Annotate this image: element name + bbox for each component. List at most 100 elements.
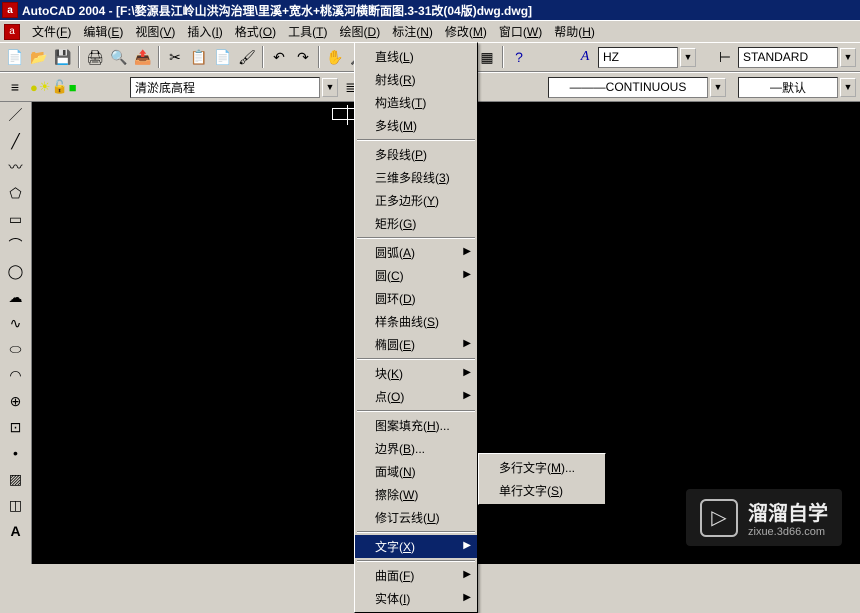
menu-item-构造线[interactable]: 构造线(T) [355,91,477,114]
menu-item-文字[interactable]: 文字(X)▶ [355,535,477,558]
new-button[interactable]: 📄 [4,46,26,68]
menu-item-圆[interactable]: 圆(C)▶ [355,264,477,287]
undo-button[interactable]: ↶ [268,46,290,68]
menu-window[interactable]: 窗口(W) [493,21,548,42]
layer-drop[interactable]: ▼ [322,78,338,97]
menu-item-曲面[interactable]: 曲面(F)▶ [355,564,477,587]
linetype-value: CONTINUOUS [606,80,687,94]
draw-menu-dropdown: 直线(L)射线(R)构造线(T)多线(M) 多段线(P)三维多段线(3)正多边形(… [354,42,478,613]
revcloud-tool[interactable]: ☁ [4,286,28,308]
line-tool[interactable]: ／ [4,104,28,126]
menu-tools[interactable]: 工具(T) [282,21,333,42]
menu-item-修订云线[interactable]: 修订云线(U) [355,506,477,529]
submenu-item-单行文字[interactable]: 单行文字(S) [479,479,605,502]
menu-separator [357,531,475,533]
toolpalettes-button[interactable]: ▦ [476,46,498,68]
xline-tool[interactable]: ╱ [4,130,28,152]
publish-button[interactable]: 📤 [132,46,154,68]
menu-item-块[interactable]: 块(K)▶ [355,362,477,385]
dimstyle-select[interactable]: STANDARD [738,47,838,68]
spline-tool[interactable]: ∿ [4,312,28,334]
menu-file[interactable]: 文件(F) [26,21,77,42]
ellipsearc-tool[interactable]: ◠ [4,364,28,386]
separator [502,46,504,68]
point-tool[interactable]: • [4,442,28,464]
menu-item-边界[interactable]: 边界(B)... [355,437,477,460]
dimstyle-drop[interactable]: ▼ [840,48,856,67]
makeblock-tool[interactable]: ⊡ [4,416,28,438]
cut-button[interactable]: ✂ [164,46,186,68]
menu-item-多段线[interactable]: 多段线(P) [355,143,477,166]
app-menu-icon[interactable]: a [4,24,20,40]
open-button[interactable]: 📂 [28,46,50,68]
text-submenu: 多行文字(M)...单行文字(S) [478,453,606,505]
watermark-title: 溜溜自学 [748,497,828,526]
circle-tool[interactable]: ◯ [4,260,28,282]
menu-item-擦除[interactable]: 擦除(W) [355,483,477,506]
arc-tool[interactable]: ⌒ [4,234,28,256]
title-bar: a AutoCAD 2004 - [F:\婺源县江岭山洪沟治理\里溪+宽水+桃溪… [0,0,860,20]
help-button[interactable]: ? [508,46,530,68]
menu-modify[interactable]: 修改(M) [439,21,493,42]
rectangle-tool[interactable]: ▭ [4,208,28,230]
menu-item-点[interactable]: 点(O)▶ [355,385,477,408]
hatch-tool[interactable]: ▨ [4,468,28,490]
separator [318,46,320,68]
separator [158,46,160,68]
menu-format[interactable]: 格式(O) [229,21,282,42]
watermark: ▷ 溜溜自学 zixue.3d66.com [686,489,842,546]
layer-state-icons: ● ☀ 🔓 ■ [28,79,128,95]
save-button[interactable]: 💾 [52,46,74,68]
layer-manager-button[interactable]: ≡ [4,76,26,98]
menu-item-样条曲线[interactable]: 样条曲线(S) [355,310,477,333]
submenu-item-多行文字[interactable]: 多行文字(M)... [479,456,605,479]
pan-button[interactable]: ✋ [324,46,346,68]
menu-item-三维多段线[interactable]: 三维多段线(3) [355,166,477,189]
sun-icon: ☀ [39,79,51,95]
menu-item-椭圆[interactable]: 椭圆(E)▶ [355,333,477,356]
color-icon: ■ [69,80,77,95]
menu-item-圆环[interactable]: 圆环(D) [355,287,477,310]
pline-tool[interactable]: 〰 [4,156,28,178]
matchprop-button[interactable]: 🖌 [236,46,258,68]
menu-item-正多边形[interactable]: 正多边形(Y) [355,189,477,212]
region-tool[interactable]: ◫ [4,494,28,516]
menu-separator [357,560,475,562]
menu-item-面域[interactable]: 面域(N) [355,460,477,483]
menu-help[interactable]: 帮助(H) [548,21,601,42]
textstyle-select[interactable]: HZ [598,47,678,68]
menu-item-实体[interactable]: 实体(I)▶ [355,587,477,610]
menu-draw[interactable]: 绘图(D) [334,21,387,42]
menu-item-圆弧[interactable]: 圆弧(A)▶ [355,241,477,264]
separator [262,46,264,68]
redo-button[interactable]: ↷ [292,46,314,68]
menu-edit[interactable]: 编辑(E) [77,21,129,42]
insertblock-tool[interactable]: ⊕ [4,390,28,412]
menu-item-矩形[interactable]: 矩形(G) [355,212,477,235]
menu-item-直线[interactable]: 直线(L) [355,45,477,68]
app-icon: a [2,2,18,18]
bulb-icon: ● [30,80,38,95]
menu-dimension[interactable]: 标注(N) [386,21,439,42]
polygon-tool[interactable]: ⬠ [4,182,28,204]
menu-item-多线[interactable]: 多线(M) [355,114,477,137]
menu-item-图案填充[interactable]: 图案填充(H)... [355,414,477,437]
linetype-drop[interactable]: ▼ [710,78,726,97]
menu-view[interactable]: 视图(V) [129,21,181,42]
linetype-select[interactable]: ——— CONTINUOUS [548,77,708,98]
paste-button[interactable]: 📄 [212,46,234,68]
dimstyle-icon[interactable]: ⊢ [714,46,736,68]
menu-insert[interactable]: 插入(I) [181,21,228,42]
copy-button[interactable]: 📋 [188,46,210,68]
ellipse-tool[interactable]: ⬭ [4,338,28,360]
print-button[interactable]: 🖨 [84,46,106,68]
plotstyle-select[interactable]: — 默认 [738,77,838,98]
preview-button[interactable]: 🔍 [108,46,130,68]
textstyle-icon[interactable]: A [574,46,596,68]
plotstyle-drop[interactable]: ▼ [840,78,856,97]
menu-item-射线[interactable]: 射线(R) [355,68,477,91]
textstyle-drop[interactable]: ▼ [680,48,696,67]
mtext-tool[interactable]: A [4,520,28,542]
layer-select[interactable]: 清淤底高程 [130,77,320,98]
watermark-play-icon: ▷ [700,499,738,537]
